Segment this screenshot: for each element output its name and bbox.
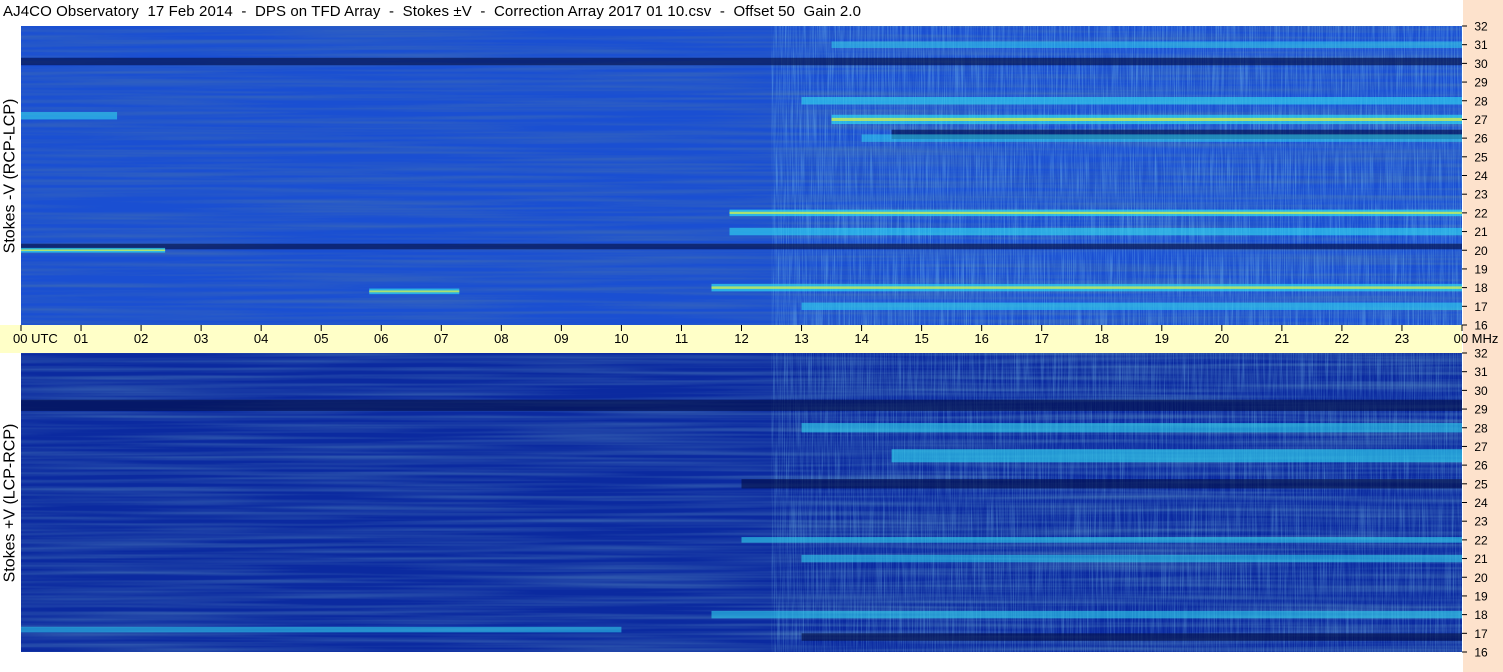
x-tick-label: 13 bbox=[794, 331, 808, 346]
x-tick-label: 11 bbox=[675, 331, 689, 346]
y-tick-label: 29 bbox=[1474, 403, 1488, 417]
activity-band bbox=[21, 111, 118, 120]
y-tick-label: 21 bbox=[1474, 552, 1488, 566]
x-tick-label: 14 bbox=[854, 331, 868, 346]
x-tick-label: 06 bbox=[374, 331, 388, 346]
y-tick-label: 31 bbox=[1474, 38, 1488, 52]
y-tick-label: 26 bbox=[1474, 132, 1488, 146]
x-tick-label: 08 bbox=[494, 331, 508, 346]
y-tick-label: 19 bbox=[1474, 589, 1488, 603]
x-tick-label: 00 MHz bbox=[1454, 331, 1499, 346]
x-tick-label: 04 bbox=[254, 331, 268, 346]
y-tick-label: 32 bbox=[1474, 347, 1488, 361]
dark-band bbox=[801, 633, 1462, 641]
activity-band bbox=[861, 134, 1462, 142]
y-tick-label: 31 bbox=[1474, 365, 1488, 379]
y-tick-label: 24 bbox=[1474, 169, 1488, 183]
activity-band bbox=[831, 41, 1462, 48]
y-tick-label: 16 bbox=[1474, 646, 1488, 660]
activity-band bbox=[729, 227, 1462, 236]
x-tick-label: 10 bbox=[614, 331, 628, 346]
y-tick-label: 29 bbox=[1474, 76, 1488, 90]
dark-band bbox=[21, 243, 1462, 250]
time-axis-band bbox=[0, 325, 1462, 353]
activity-band bbox=[711, 610, 1462, 619]
y-tick-label: 22 bbox=[1474, 206, 1488, 220]
x-tick-label: 05 bbox=[314, 331, 328, 346]
x-tick-label: 03 bbox=[194, 331, 208, 346]
y-tick-label: 27 bbox=[1474, 113, 1488, 127]
x-tick-label: 23 bbox=[1395, 331, 1409, 346]
x-tick-label: 16 bbox=[974, 331, 988, 346]
spectrogram-chart: 00 UTC 01 02 03 04 05 06 07 08 09 10 11 12 13 14 15 16 17… bbox=[0, 20, 1499, 660]
y-tick-label: 18 bbox=[1474, 608, 1488, 622]
y-tick-label: 16 bbox=[1474, 319, 1488, 333]
activity-band bbox=[801, 97, 1462, 105]
panel-top bbox=[21, 26, 1462, 325]
x-tick-label: 15 bbox=[914, 331, 928, 346]
dark-band bbox=[21, 57, 1462, 66]
y-tick-label: 25 bbox=[1474, 477, 1488, 491]
x-tick-label: 21 bbox=[1275, 331, 1289, 346]
x-tick-label: 22 bbox=[1335, 331, 1349, 346]
activity-band bbox=[21, 626, 622, 633]
activity-band-peak bbox=[21, 249, 166, 252]
panel-activity-texture bbox=[771, 353, 1462, 652]
y-tick-label: 30 bbox=[1474, 384, 1488, 398]
activity-band bbox=[801, 302, 1462, 311]
x-tick-label: 01 bbox=[74, 331, 88, 346]
x-tick-label: 07 bbox=[434, 331, 448, 346]
y-tick-label: 28 bbox=[1474, 421, 1488, 435]
x-tick-label: 20 bbox=[1215, 331, 1229, 346]
y-tick-label: 19 bbox=[1474, 262, 1488, 276]
y-tick-label: 20 bbox=[1474, 571, 1488, 585]
y-tick-label: 25 bbox=[1474, 150, 1488, 164]
panel-bottom bbox=[21, 353, 1462, 652]
dark-band bbox=[21, 399, 1462, 411]
activity-band bbox=[891, 449, 1462, 463]
x-tick-label: 00 UTC bbox=[13, 331, 58, 346]
panel-activity-texture bbox=[771, 26, 1462, 325]
activity-band-peak bbox=[729, 211, 1462, 214]
y-tick-label: 21 bbox=[1474, 225, 1488, 239]
activity-band bbox=[741, 537, 1462, 543]
y-tick-label: 28 bbox=[1474, 94, 1488, 108]
bottom-panel-ylabel: Stokes +V (LCP-RCP) bbox=[0, 423, 18, 582]
y-tick-label: 26 bbox=[1474, 459, 1488, 473]
x-tick-label: 12 bbox=[734, 331, 748, 346]
x-tick-label: 17 bbox=[1034, 331, 1048, 346]
x-tick-label: 02 bbox=[134, 331, 148, 346]
activity-band bbox=[801, 554, 1462, 563]
x-tick-label: 09 bbox=[554, 331, 568, 346]
top-panel-ylabel: Stokes -V (RCP-LCP) bbox=[0, 98, 18, 253]
y-tick-label: 23 bbox=[1474, 515, 1488, 529]
y-tick-label: 32 bbox=[1474, 20, 1488, 34]
y-tick-label: 20 bbox=[1474, 244, 1488, 258]
y-tick-label: 18 bbox=[1474, 281, 1488, 295]
y-tick-label: 17 bbox=[1474, 300, 1488, 314]
y-tick-label: 22 bbox=[1474, 533, 1488, 547]
y-tick-label: 24 bbox=[1474, 496, 1488, 510]
activity-band-peak bbox=[831, 117, 1462, 121]
y-tick-label: 17 bbox=[1474, 627, 1488, 641]
activity-band-peak bbox=[711, 286, 1462, 289]
dark-band bbox=[741, 479, 1462, 489]
y-tick-label: 27 bbox=[1474, 440, 1488, 454]
y-tick-label: 23 bbox=[1474, 188, 1488, 202]
y-tick-label: 30 bbox=[1474, 57, 1488, 71]
activity-band bbox=[801, 423, 1462, 433]
activity-band-peak bbox=[369, 290, 460, 293]
x-tick-label: 18 bbox=[1095, 331, 1109, 346]
x-tick-label: 19 bbox=[1155, 331, 1169, 346]
